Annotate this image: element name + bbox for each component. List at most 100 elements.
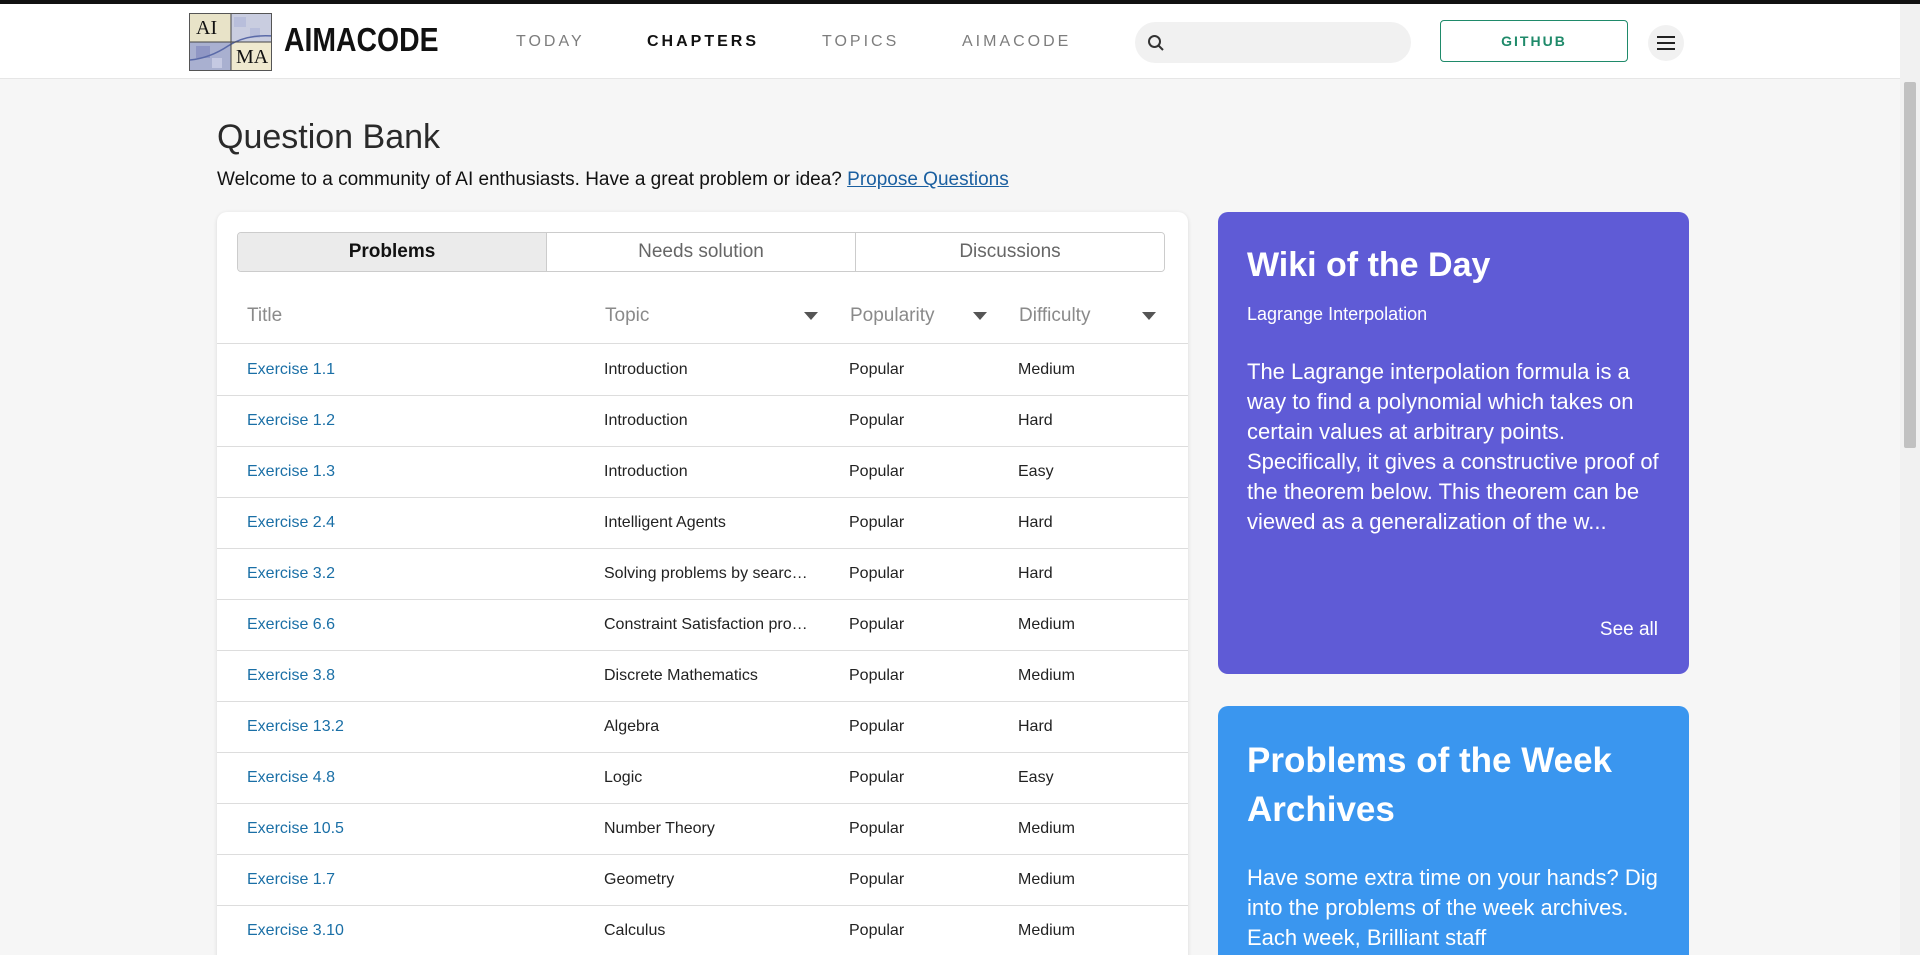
row-popularity: Popular <box>849 361 905 378</box>
logo-text[interactable]: AIMACODE <box>284 21 439 59</box>
nav-link-chapters[interactable]: CHAPTERS <box>647 33 759 51</box>
row-title[interactable]: Exercise 2.4 <box>247 514 335 532</box>
row-topic: Algebra <box>604 718 660 735</box>
row-title[interactable]: Exercise 1.1 <box>247 361 335 379</box>
row-difficulty: Easy <box>1018 769 1054 786</box>
row-title[interactable]: Exercise 1.3 <box>247 463 335 481</box>
table-row[interactable]: Exercise 2.4 Intelligent Agents Popular Har… <box>217 498 1188 549</box>
propose-questions-link[interactable]: Propose Questions <box>847 169 1009 190</box>
row-difficulty: Medium <box>1018 820 1075 837</box>
logo-icon[interactable]: AI MA <box>189 13 272 71</box>
logo-letters-ai: AI <box>196 17 218 39</box>
row-title[interactable]: Exercise 3.8 <box>247 667 335 685</box>
table-row[interactable]: Exercise 1.1 Introduction Popular Medium <box>217 345 1188 396</box>
search-input[interactable] <box>1175 22 1400 63</box>
row-topic: Geometry <box>604 871 675 888</box>
logo-letters-ma: MA <box>236 46 269 68</box>
menu-button[interactable] <box>1648 25 1684 61</box>
see-all-link[interactable]: See all <box>1600 619 1658 641</box>
topic-chevron-down-icon[interactable] <box>804 312 818 320</box>
table-row[interactable]: Exercise 1.2 Introduction Popular Hard <box>217 396 1188 447</box>
potw-heading: Problems of the Week Archives <box>1247 741 1613 829</box>
row-title[interactable]: Exercise 1.2 <box>247 412 335 430</box>
search-box[interactable] <box>1135 22 1411 63</box>
nav-link-aimacode[interactable]: AIMACODE <box>962 33 1071 51</box>
row-difficulty: Medium <box>1018 922 1075 939</box>
row-popularity: Popular <box>849 718 905 735</box>
table-row[interactable]: Exercise 6.6 Constraint Satisfaction pro…… <box>217 600 1188 651</box>
header-popularity: Popularity <box>850 305 935 326</box>
row-popularity: Popular <box>849 412 905 429</box>
row-popularity: Popular <box>849 667 905 684</box>
table-row[interactable]: Exercise 4.8 Logic Popular Easy <box>217 753 1188 804</box>
scrollbar-thumb[interactable] <box>1904 82 1916 448</box>
question-table-card: Problems Needs solution Discussions Titl… <box>217 212 1188 955</box>
welcome-text: Welcome to a community of AI enthusiasts… <box>217 169 1009 191</box>
row-difficulty: Easy <box>1018 463 1054 480</box>
table-row[interactable]: Exercise 10.5 Number Theory Popular Medium <box>217 804 1188 855</box>
row-difficulty: Medium <box>1018 361 1075 378</box>
row-popularity: Popular <box>849 616 905 633</box>
problems-of-the-week-card[interactable]: Problems of the Week Archives Have some … <box>1218 706 1689 955</box>
row-title[interactable]: Exercise 6.6 <box>247 616 335 634</box>
row-title[interactable]: Exercise 3.10 <box>247 922 344 940</box>
row-popularity: Popular <box>849 769 905 786</box>
row-difficulty: Medium <box>1018 616 1075 633</box>
wiki-heading: Wiki of the Day <box>1247 246 1491 284</box>
table-row[interactable]: Exercise 3.8 Discrete Mathematics Popular M… <box>217 651 1188 702</box>
row-difficulty: Hard <box>1018 412 1053 429</box>
row-title[interactable]: Exercise 1.7 <box>247 871 335 889</box>
row-difficulty: Hard <box>1018 514 1053 531</box>
row-popularity: Popular <box>849 463 905 480</box>
row-popularity: Popular <box>849 514 905 531</box>
potw-body: Have some extra time on your hands? Dig … <box>1247 865 1658 950</box>
github-button[interactable]: GITHUB <box>1440 20 1628 62</box>
header-difficulty: Difficulty <box>1019 305 1091 326</box>
row-topic: Discrete Mathematics <box>604 667 758 684</box>
row-title[interactable]: Exercise 3.2 <box>247 565 335 583</box>
row-popularity: Popular <box>849 871 905 888</box>
row-topic: Constraint Satisfaction pro… <box>604 616 808 633</box>
table-row[interactable]: Exercise 1.7 Geometry Popular Medium <box>217 855 1188 906</box>
table-header: Title Topic Popularity Difficulty <box>217 292 1188 344</box>
row-popularity: Popular <box>849 820 905 837</box>
table-row[interactable]: Exercise 3.2 Solving problems by searc… Po… <box>217 549 1188 600</box>
row-title[interactable]: Exercise 4.8 <box>247 769 335 787</box>
row-topic: Introduction <box>604 463 688 480</box>
tab-problems[interactable]: Problems <box>238 233 547 271</box>
table-row[interactable]: Exercise 3.10 Calculus Popular Medium <box>217 906 1188 955</box>
row-popularity: Popular <box>849 565 905 582</box>
search-icon <box>1148 35 1164 51</box>
row-topic: Number Theory <box>604 820 715 837</box>
row-topic: Intelligent Agents <box>604 514 726 531</box>
row-difficulty: Medium <box>1018 667 1075 684</box>
scrollbar[interactable] <box>1900 4 1920 955</box>
row-difficulty: Medium <box>1018 871 1075 888</box>
header-topic: Topic <box>605 305 650 326</box>
wiki-of-the-day-card[interactable]: Wiki of the Day Lagrange Interpolation T… <box>1218 212 1689 674</box>
wiki-subtitle[interactable]: Lagrange Interpolation <box>1247 304 1427 325</box>
header-title: Title <box>247 305 283 326</box>
row-difficulty: Hard <box>1018 565 1053 582</box>
table-row[interactable]: Exercise 13.2 Algebra Popular Hard <box>217 702 1188 753</box>
nav-link-topics[interactable]: TOPICS <box>822 33 899 51</box>
row-popularity: Popular <box>849 922 905 939</box>
difficulty-chevron-down-icon[interactable] <box>1142 312 1156 320</box>
row-topic: Solving problems by searc… <box>604 565 808 582</box>
row-topic: Calculus <box>604 922 666 939</box>
row-title[interactable]: Exercise 10.5 <box>247 820 344 838</box>
welcome-message: Welcome to a community of AI enthusiasts… <box>217 169 842 190</box>
hamburger-menu-icon <box>1657 36 1675 50</box>
row-title[interactable]: Exercise 13.2 <box>247 718 344 736</box>
row-difficulty: Hard <box>1018 718 1053 735</box>
tab-needs-solution[interactable]: Needs solution <box>547 233 856 271</box>
navbar: AI MA AIMACODE TODAY CHAPTERS TOPICS AIM… <box>0 4 1900 79</box>
wiki-body: The Lagrange interpolation formula is a … <box>1247 359 1659 534</box>
popularity-chevron-down-icon[interactable] <box>973 312 987 320</box>
row-topic: Introduction <box>604 361 688 378</box>
table-row[interactable]: Exercise 1.3 Introduction Popular Easy <box>217 447 1188 498</box>
row-topic: Introduction <box>604 412 688 429</box>
page-title: Question Bank <box>217 118 441 156</box>
tab-discussions[interactable]: Discussions <box>856 233 1164 271</box>
nav-link-today[interactable]: TODAY <box>516 33 585 51</box>
